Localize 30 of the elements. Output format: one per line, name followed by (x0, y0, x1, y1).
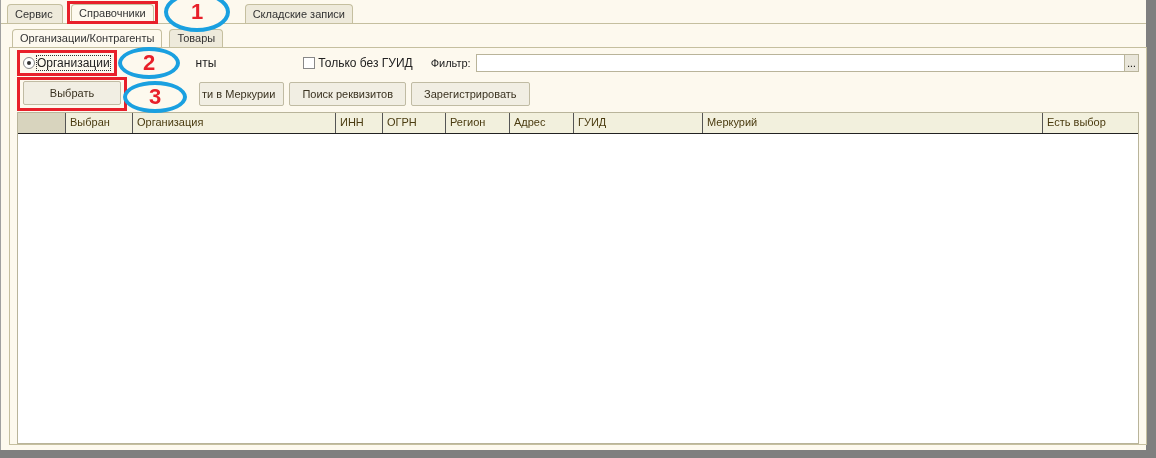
step-callout: 2 (118, 47, 180, 79)
toolbar-button[interactable]: ти в Меркурии (199, 82, 285, 106)
toolbar-button[interactable]: Зарегистрировать (411, 82, 530, 106)
tab[interactable]: Справочники (71, 4, 154, 21)
row-header-corner (18, 113, 65, 133)
column-header[interactable]: ИНН (335, 113, 382, 133)
filter-field[interactable]: ... (475, 54, 1139, 72)
column-header[interactable]: Адрес (509, 113, 573, 133)
column-header[interactable]: Организация (132, 113, 335, 133)
radio-label[interactable]: Организации (37, 56, 110, 70)
step-callout: 1 (164, 0, 230, 32)
column-header[interactable]: Меркурий (702, 113, 1042, 133)
checkbox-label[interactable]: Только без ГУИД (318, 56, 413, 70)
column-header[interactable]: Регион (445, 113, 509, 133)
toolbar-button[interactable]: Выбрать (23, 81, 121, 105)
column-header[interactable]: Выбран (65, 113, 132, 133)
step-callout: 3 (123, 81, 187, 113)
select-button[interactable]: ... (1124, 55, 1138, 71)
tab[interactable]: Организации/Контрагенты (12, 29, 163, 47)
tab[interactable]: Сервис (7, 4, 63, 23)
column-header[interactable]: Есть выбор (1042, 113, 1138, 133)
column-header[interactable]: ОГРН (382, 113, 445, 133)
tab[interactable]: Складские записи (244, 4, 353, 23)
tab[interactable]: Товары (169, 29, 224, 47)
checkbox[interactable] (303, 57, 316, 69)
filter-label: Фильтр: (430, 57, 471, 69)
radio-button[interactable] (23, 57, 35, 69)
radio-label[interactable]: нты (195, 56, 217, 70)
column-header[interactable]: ГУИД (573, 113, 702, 133)
toolbar-button[interactable]: Поиск реквизитов (289, 82, 407, 106)
